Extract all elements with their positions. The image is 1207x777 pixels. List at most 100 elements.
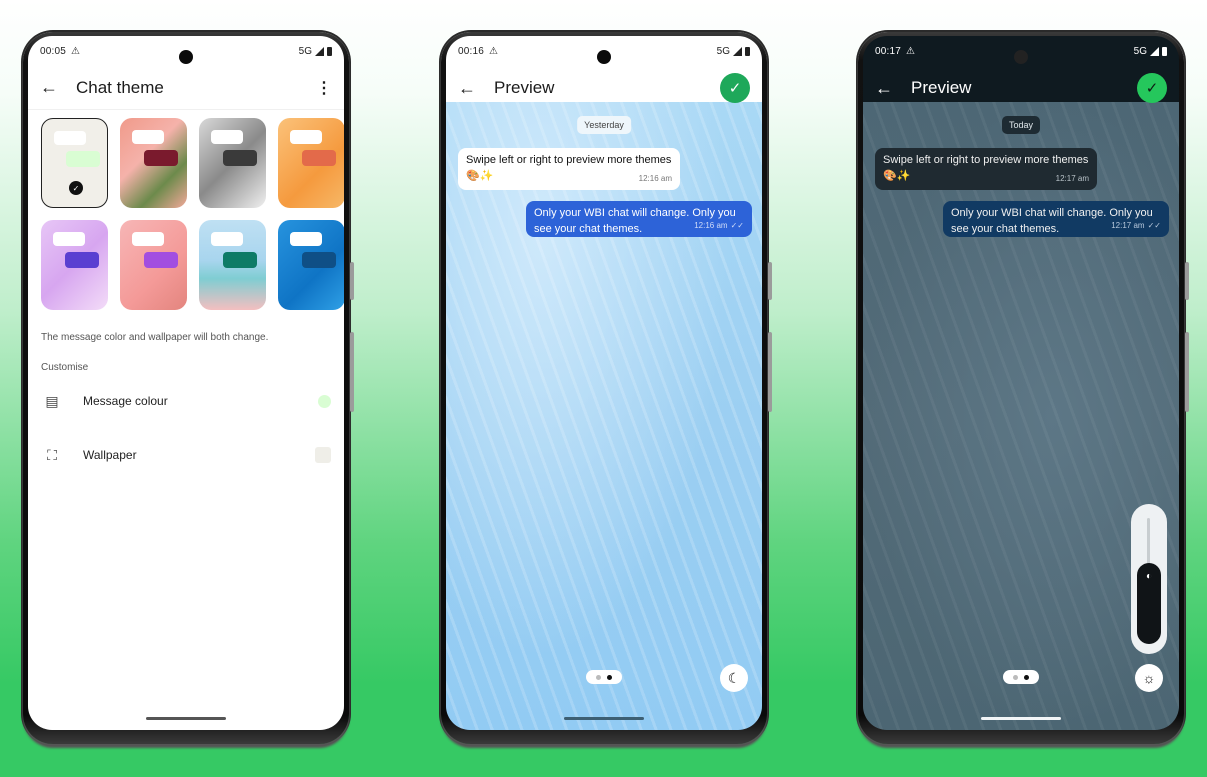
volume-button xyxy=(768,262,772,300)
confirm-check-button[interactable]: ✓ xyxy=(1137,73,1167,103)
back-arrow-icon[interactable]: ← xyxy=(40,77,64,98)
outgoing-bubble-preview xyxy=(302,252,336,268)
home-indicator[interactable] xyxy=(146,717,226,720)
more-options-icon[interactable]: ⋮ xyxy=(316,78,332,98)
page-title: Chat theme xyxy=(76,77,164,97)
page-dot-active[interactable] xyxy=(607,674,612,680)
back-arrow-icon[interactable]: ← xyxy=(458,78,482,99)
outgoing-bubble-preview xyxy=(223,150,257,166)
incoming-message: Swipe left or right to preview more them… xyxy=(875,148,1097,190)
power-button xyxy=(1185,332,1189,412)
message-time: 12:17 am xyxy=(1055,174,1089,183)
theme-tile-default[interactable]: ✓ xyxy=(41,118,108,208)
network-label: 5G xyxy=(298,45,312,57)
battery-icon xyxy=(745,46,750,56)
warning-icon: ⚠ xyxy=(906,45,915,57)
incoming-bubble-preview xyxy=(290,130,322,144)
message-icon: ▤ xyxy=(45,392,59,409)
volume-button xyxy=(1185,262,1189,300)
setting-message-colour[interactable]: ▤ Message colour xyxy=(41,386,331,416)
theme-grid: ✓ xyxy=(41,118,344,310)
message-time: 12:16 am xyxy=(638,174,672,183)
outgoing-bubble-preview xyxy=(66,151,100,167)
date-separator: Today xyxy=(1001,116,1041,134)
incoming-bubble-preview xyxy=(290,232,322,246)
front-camera xyxy=(1014,50,1028,64)
moon-icon: ☾ xyxy=(727,669,741,686)
page-dot[interactable] xyxy=(596,674,601,680)
section-label-customise: Customise xyxy=(41,362,89,373)
incoming-bubble-preview xyxy=(132,130,164,144)
outgoing-message: Only your WBI chat will change. Only you… xyxy=(526,201,752,237)
read-ticks-icon: ✓✓ xyxy=(1147,221,1161,230)
network-label: 5G xyxy=(1133,45,1147,57)
outgoing-message: Only your WBI chat will change. Only you… xyxy=(943,201,1169,237)
wallpaper-swatch xyxy=(315,447,331,463)
phone-preview-dark: 00:17 ⚠ 5G ← Preview ✓ Today Swipe left … xyxy=(858,32,1189,744)
wallpaper-icon: ⛶ xyxy=(47,446,57,463)
sun-icon: ☼ xyxy=(1142,670,1156,686)
battery-icon xyxy=(1162,46,1167,56)
page-indicator xyxy=(586,670,622,684)
status-time: 00:05 xyxy=(40,45,67,57)
incoming-bubble-preview xyxy=(211,130,243,144)
home-indicator[interactable] xyxy=(564,717,644,720)
setting-label: Message colour xyxy=(83,394,168,408)
network-label: 5G xyxy=(716,45,730,57)
power-button xyxy=(350,332,354,412)
slider-fill[interactable]: ◐ xyxy=(1137,563,1161,644)
helper-text: The message color and wallpaper will bot… xyxy=(41,332,269,343)
message-time: 12:16 am xyxy=(694,221,728,230)
app-bar: ← Preview ✓ xyxy=(446,66,762,110)
incoming-bubble-preview xyxy=(53,232,85,246)
back-arrow-icon[interactable]: ← xyxy=(875,78,899,99)
incoming-bubble-preview xyxy=(54,131,86,145)
setting-label: Wallpaper xyxy=(83,448,137,462)
signal-icon xyxy=(315,46,324,56)
status-time: 00:17 xyxy=(875,45,902,57)
theme-tile-tulip[interactable] xyxy=(120,118,187,208)
confirm-check-button[interactable]: ✓ xyxy=(720,73,750,103)
incoming-bubble-preview xyxy=(132,232,164,246)
read-ticks-icon: ✓✓ xyxy=(730,221,744,230)
home-indicator[interactable] xyxy=(981,717,1061,720)
outgoing-bubble-preview xyxy=(302,150,336,166)
theme-tile-ocean[interactable] xyxy=(278,220,344,310)
theme-tile-lavender[interactable] xyxy=(41,220,108,310)
phone-preview-light: 00:16 ⚠ 5G ← Preview ✓ Yesterday Swipe l… xyxy=(441,32,772,744)
light-mode-toggle[interactable]: ☼ xyxy=(1135,664,1163,692)
app-bar: ← Chat theme ⋮ xyxy=(28,66,344,110)
theme-tile-blossom[interactable] xyxy=(120,220,187,310)
setting-wallpaper[interactable]: ⛶ Wallpaper xyxy=(41,440,331,470)
chat-wallpaper[interactable] xyxy=(446,102,762,730)
date-separator: Yesterday xyxy=(577,116,631,134)
message-time: 12:17 am xyxy=(1111,221,1145,230)
volume-button xyxy=(350,262,354,300)
page-dot[interactable] xyxy=(1013,674,1018,680)
warning-icon: ⚠ xyxy=(489,45,498,57)
outgoing-bubble-preview xyxy=(144,150,178,166)
message-meta: 12:17 am ✓✓ xyxy=(1111,218,1161,234)
theme-tile-citrus[interactable] xyxy=(278,118,344,208)
selected-check-icon: ✓ xyxy=(69,181,83,195)
power-button xyxy=(768,332,772,412)
outgoing-bubble-preview xyxy=(65,252,99,268)
dark-mode-toggle[interactable]: ☾ xyxy=(720,664,748,692)
outgoing-bubble-preview xyxy=(223,252,257,268)
theme-tile-beach[interactable] xyxy=(199,220,266,310)
phone-chat-theme: 00:05 ⚠ 5G ← Chat theme ⋮ ✓ The message … xyxy=(23,32,354,744)
page-dot-active[interactable] xyxy=(1024,674,1029,680)
page-title: Preview xyxy=(911,78,972,97)
screen: 00:05 ⚠ 5G ← Chat theme ⋮ ✓ The message … xyxy=(28,36,344,730)
brightness-slider[interactable]: ◐ xyxy=(1131,504,1167,654)
signal-icon xyxy=(733,46,742,56)
page-indicator xyxy=(1003,670,1039,684)
screen: 00:17 ⚠ 5G ← Preview ✓ Today Swipe left … xyxy=(863,36,1179,730)
battery-icon xyxy=(327,46,332,56)
brightness-icon: ◐ xyxy=(1145,571,1153,582)
incoming-bubble-preview xyxy=(211,232,243,246)
theme-tile-monochrome[interactable] xyxy=(199,118,266,208)
slider-track xyxy=(1147,518,1150,568)
front-camera xyxy=(179,50,193,64)
message-meta: 12:16 am ✓✓ xyxy=(694,218,744,234)
